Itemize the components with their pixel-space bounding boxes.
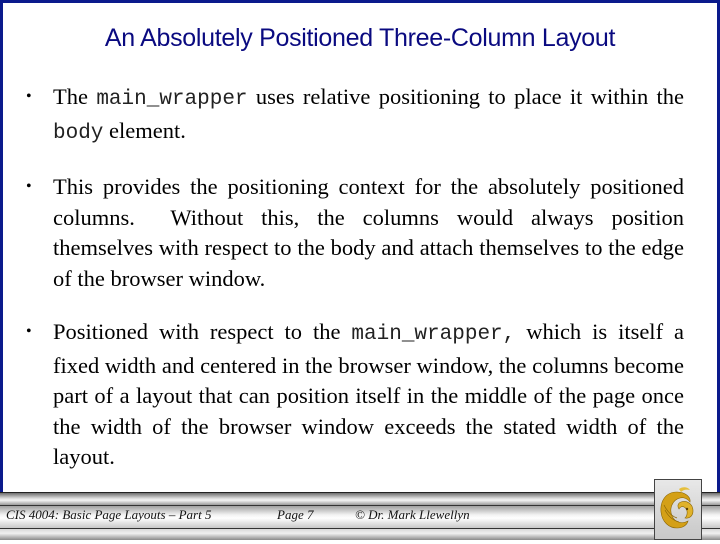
slide-footer: CIS 4004: Basic Page Layouts – Part 5 Pa… xyxy=(0,492,720,540)
footer-page-number: Page 7 xyxy=(277,507,314,522)
text-run: element. xyxy=(103,117,186,143)
code-run: body xyxy=(53,121,104,145)
footer-author: © Dr. Mark Llewellyn xyxy=(355,507,470,522)
bullet-icon: • xyxy=(26,178,32,195)
footer-band xyxy=(0,529,720,540)
bullet-text: The main_wrapper uses relative positioni… xyxy=(53,84,685,145)
ucf-pegasus-logo-icon xyxy=(660,487,694,529)
code-run: main_wrapper xyxy=(96,88,248,111)
text-run: The xyxy=(53,84,97,109)
text-run: uses relative positioning to place it wi… xyxy=(247,84,685,109)
code-run: main_wrapper, xyxy=(351,323,516,346)
bullet-icon: • xyxy=(26,323,32,340)
logo-box xyxy=(654,479,702,540)
bullet-text: This provides the positioning context fo… xyxy=(53,174,690,291)
text-run: Positioned with respect to the xyxy=(53,319,352,344)
bullet-icon: • xyxy=(26,88,32,105)
footer-band xyxy=(0,492,720,505)
bullet-item: • The main_wrapper uses relative positio… xyxy=(26,82,684,149)
footer-course: CIS 4004: Basic Page Layouts – Part 5 xyxy=(6,507,212,522)
bullet-item: • This provides the positioning context … xyxy=(26,172,684,294)
bullet-item: • Positioned with respect to the main_wr… xyxy=(26,317,684,473)
slide-title: An Absolutely Positioned Three-Column La… xyxy=(104,24,616,52)
bullet-text: Positioned with respect to the main_wrap… xyxy=(53,319,684,469)
text-run: This provides the positioning context fo… xyxy=(53,174,690,291)
bullet-list: • The main_wrapper uses relative positio… xyxy=(26,82,684,496)
